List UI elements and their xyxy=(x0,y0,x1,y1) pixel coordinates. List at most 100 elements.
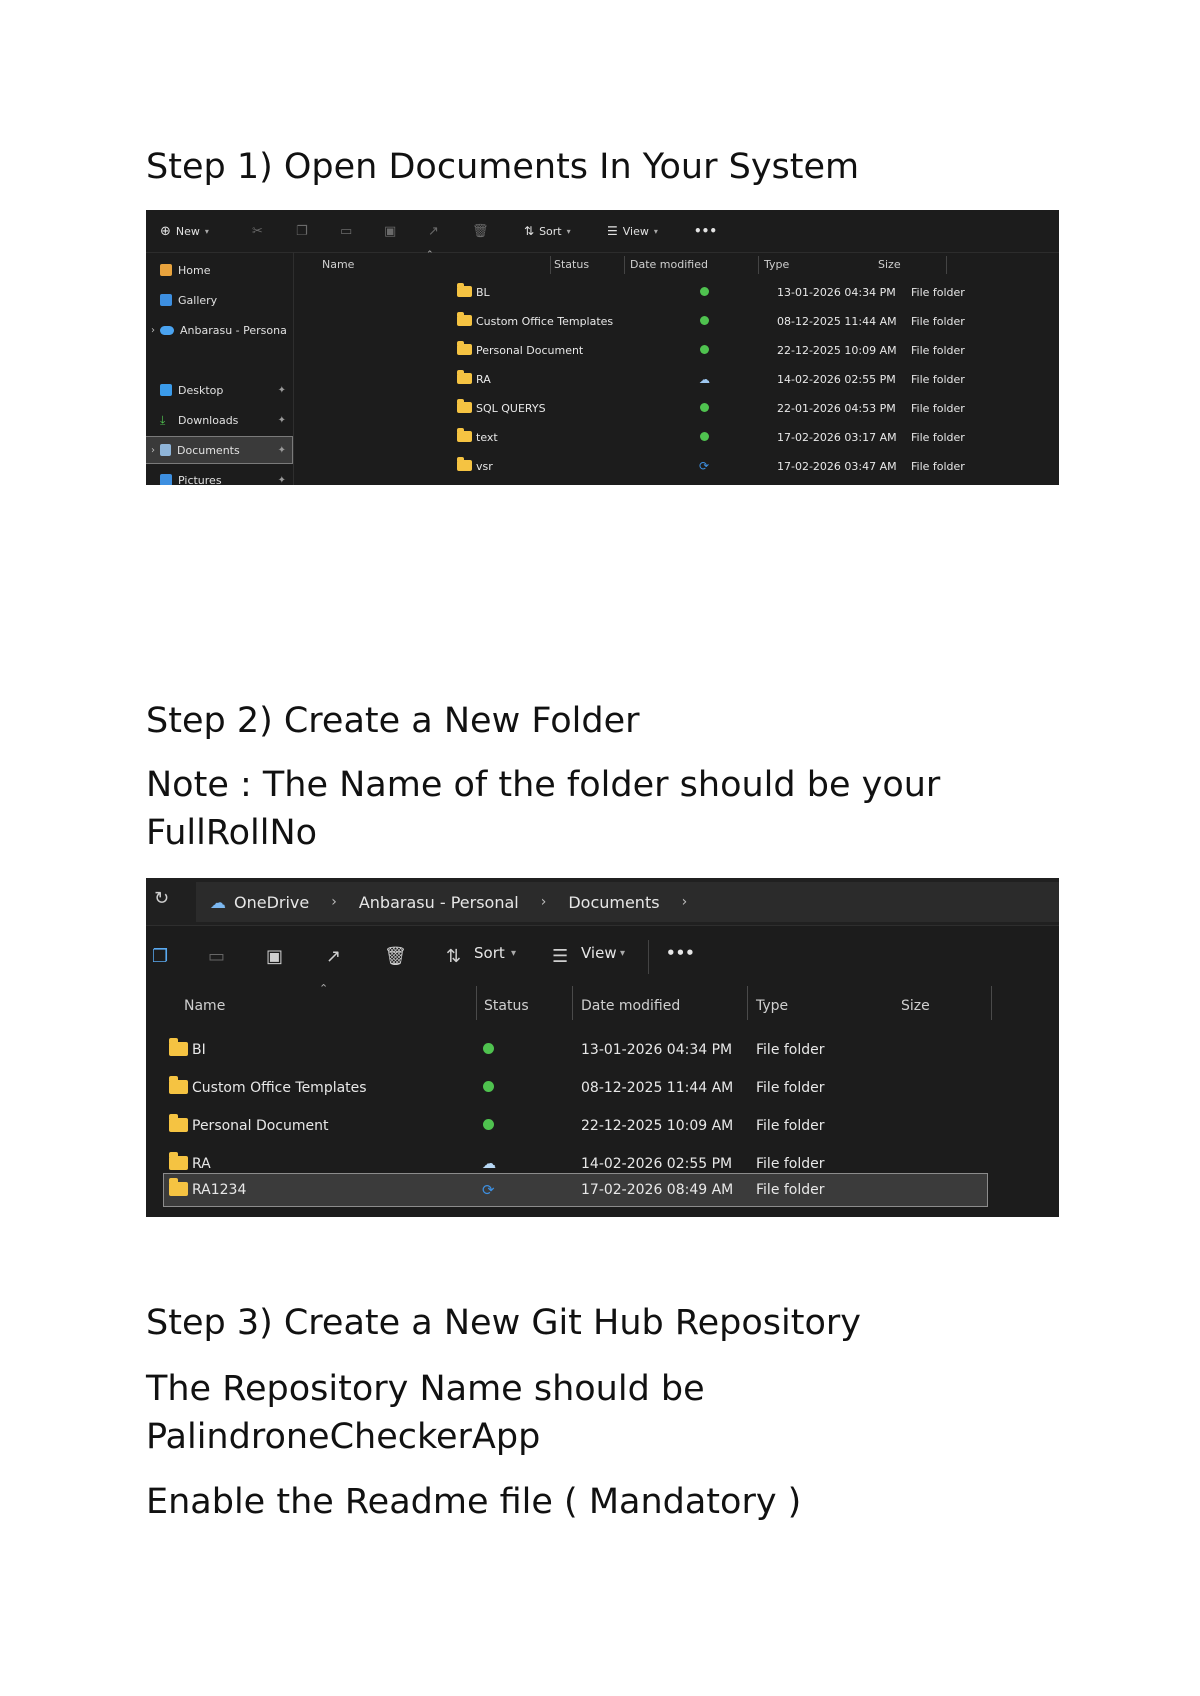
paste-icon[interactable]: ▭ xyxy=(208,946,225,967)
copy-icon[interactable]: ❐ xyxy=(296,224,308,239)
sort-up-icon: ⌃ xyxy=(319,982,329,995)
breadcrumb-item-user[interactable]: Anbarasu - Personal xyxy=(359,893,519,912)
column-header-size[interactable]: Size xyxy=(901,986,930,1026)
view-icon: ☰ xyxy=(552,946,569,967)
synced-status-icon xyxy=(700,345,709,354)
table-row[interactable]: Personal Document 22-12-2025 10:09 AM Fi… xyxy=(146,1107,1059,1145)
chevron-down-icon: ▾ xyxy=(204,226,209,236)
table-row[interactable]: Custom Office Templates 08-12-2025 11:44… xyxy=(293,307,1059,336)
table-row-selected[interactable]: RA1234 ⟳ 17-02-2026 08:49 AM File folder xyxy=(163,1173,988,1207)
chevron-right-icon: › xyxy=(540,894,547,910)
sort-button[interactable]: Sort xyxy=(474,944,505,962)
table-row[interactable]: RA ☁ 14-02-2026 02:55 PM File folder xyxy=(293,365,1059,394)
column-header-name[interactable]: Name xyxy=(184,986,225,1026)
onedrive-icon: ☁ xyxy=(210,892,226,912)
navigation-pane: Home Gallery › Anbarasu - Persona Deskto… xyxy=(146,252,294,485)
cloud-status-icon: ☁ xyxy=(699,373,710,386)
new-icon: ⊕ xyxy=(160,223,171,239)
download-icon: ⤓ xyxy=(160,413,166,427)
sidebar-item-home[interactable]: Home xyxy=(146,257,292,283)
cut-icon[interactable]: ✂ xyxy=(252,224,263,239)
step2-title: Step 2) Create a New Folder xyxy=(146,701,640,741)
sidebar-item-gallery[interactable]: Gallery xyxy=(146,287,292,313)
sort-button[interactable]: ⇅ Sort ▾ xyxy=(524,224,571,238)
sidebar-item-onedrive[interactable]: › Anbarasu - Persona xyxy=(146,317,292,343)
step3-title: Step 3) Create a New Git Hub Repository xyxy=(146,1303,861,1343)
column-header-type[interactable]: Type xyxy=(764,252,789,276)
folder-icon xyxy=(169,1114,188,1132)
column-header-name[interactable]: Name xyxy=(322,252,354,276)
breadcrumb-item-documents[interactable]: Documents xyxy=(568,893,659,912)
synced-status-icon xyxy=(700,403,709,412)
chevron-down-icon: ▾ xyxy=(620,948,626,959)
refresh-icon[interactable]: ↻ xyxy=(154,888,169,909)
view-button[interactable]: ☰ View ▾ xyxy=(607,224,658,238)
chevron-right-icon[interactable]: › xyxy=(146,445,160,456)
step2-note: Note : The Name of the folder should be … xyxy=(146,765,941,853)
pin-icon: ✦ xyxy=(277,444,286,456)
documents-icon xyxy=(160,444,171,456)
step3-repo-name: The Repository Name should be Palindrone… xyxy=(146,1369,705,1457)
folder-icon xyxy=(457,457,472,471)
table-row[interactable]: SQL QUERYS 22-01-2026 04:53 PM File fold… xyxy=(293,394,1059,423)
table-row[interactable]: text 17-02-2026 03:17 AM File folder xyxy=(293,423,1059,452)
rename-icon[interactable]: ▣ xyxy=(384,224,396,239)
sidebar-item-desktop[interactable]: Desktop ✦ xyxy=(146,377,292,403)
view-button[interactable]: View xyxy=(581,944,617,962)
column-header-status[interactable]: Status xyxy=(554,252,589,276)
table-row[interactable]: BL 13-01-2026 04:34 PM File folder xyxy=(293,278,1059,307)
synced-status-icon xyxy=(700,316,709,325)
copy-icon[interactable]: ❐ xyxy=(152,946,168,967)
table-row[interactable]: BI 13-01-2026 04:34 PM File folder xyxy=(146,1031,1059,1069)
pin-icon: ✦ xyxy=(277,414,286,426)
new-button[interactable]: ⊕ New ▾ xyxy=(160,224,209,239)
delete-icon[interactable]: 🗑 xyxy=(384,946,407,967)
column-header-status[interactable]: Status xyxy=(484,986,529,1026)
folder-icon xyxy=(457,370,472,384)
column-header-date[interactable]: Date modified xyxy=(581,986,680,1026)
table-row[interactable]: Personal Document 22-12-2025 10:09 AM Fi… xyxy=(293,336,1059,365)
delete-icon[interactable]: 🗑 xyxy=(472,224,489,239)
folder-icon xyxy=(457,428,472,442)
share-icon[interactable]: ↗ xyxy=(428,224,439,239)
gallery-icon xyxy=(160,294,172,306)
folder-icon xyxy=(169,1178,188,1196)
home-icon xyxy=(160,264,172,276)
sort-icon: ⇅ xyxy=(524,224,535,238)
rename-icon[interactable]: ▣ xyxy=(266,946,283,967)
column-header-size[interactable]: Size xyxy=(878,252,901,276)
more-options-button[interactable]: ••• xyxy=(666,944,695,962)
chevron-down-icon: ▾ xyxy=(653,226,658,236)
folder-icon xyxy=(457,312,472,326)
breadcrumb[interactable]: ☁ OneDrive › Anbarasu - Personal › Docum… xyxy=(196,882,1059,922)
more-options-button[interactable]: ••• xyxy=(694,224,717,238)
chevron-right-icon[interactable]: › xyxy=(682,894,688,910)
folder-icon xyxy=(457,341,472,355)
folder-icon xyxy=(169,1076,188,1094)
synced-status-icon xyxy=(483,1119,494,1130)
breadcrumb-item-onedrive[interactable]: OneDrive xyxy=(234,893,309,912)
view-icon: ☰ xyxy=(607,224,618,238)
table-row[interactable]: Custom Office Templates 08-12-2025 11:44… xyxy=(146,1069,1059,1107)
share-icon[interactable]: ↗ xyxy=(326,946,341,967)
sidebar-item-documents[interactable]: › Documents ✦ xyxy=(146,436,293,464)
step1-title: Step 1) Open Documents In Your System xyxy=(146,147,860,187)
explorer-toolbar: ❐ ▭ ▣ ↗ 🗑 ⇅ Sort ▾ ☰ View ▾ ••• xyxy=(146,926,1059,986)
syncing-status-icon: ⟳ xyxy=(699,459,710,473)
pictures-icon xyxy=(160,474,172,485)
explorer-screenshot-new-folder: ↻ ☁ OneDrive › Anbarasu - Personal › Doc… xyxy=(146,878,1059,1217)
synced-status-icon xyxy=(700,287,709,296)
column-header-type[interactable]: Type xyxy=(756,986,788,1026)
address-bar: ↻ ☁ OneDrive › Anbarasu - Personal › Doc… xyxy=(146,878,1059,926)
explorer-toolbar: ⊕ New ▾ ✂ ❐ ▭ ▣ ↗ 🗑 ⇅ Sort ▾ ☰ View ▾ ••… xyxy=(146,210,1059,253)
paste-icon[interactable]: ▭ xyxy=(340,224,352,239)
sidebar-item-downloads[interactable]: ⤓ Downloads ✦ xyxy=(146,407,292,433)
synced-status-icon xyxy=(483,1081,494,1092)
sort-up-icon: ⌃ xyxy=(426,250,434,260)
table-row[interactable]: vsr ⟳ 17-02-2026 03:47 AM File folder xyxy=(293,452,1059,481)
syncing-status-icon: ⟳ xyxy=(482,1181,495,1199)
synced-status-icon xyxy=(483,1043,494,1054)
chevron-right-icon[interactable]: › xyxy=(146,325,160,336)
sidebar-item-pictures[interactable]: Pictures ✦ xyxy=(146,467,292,485)
column-header-date[interactable]: Date modified xyxy=(630,252,708,276)
